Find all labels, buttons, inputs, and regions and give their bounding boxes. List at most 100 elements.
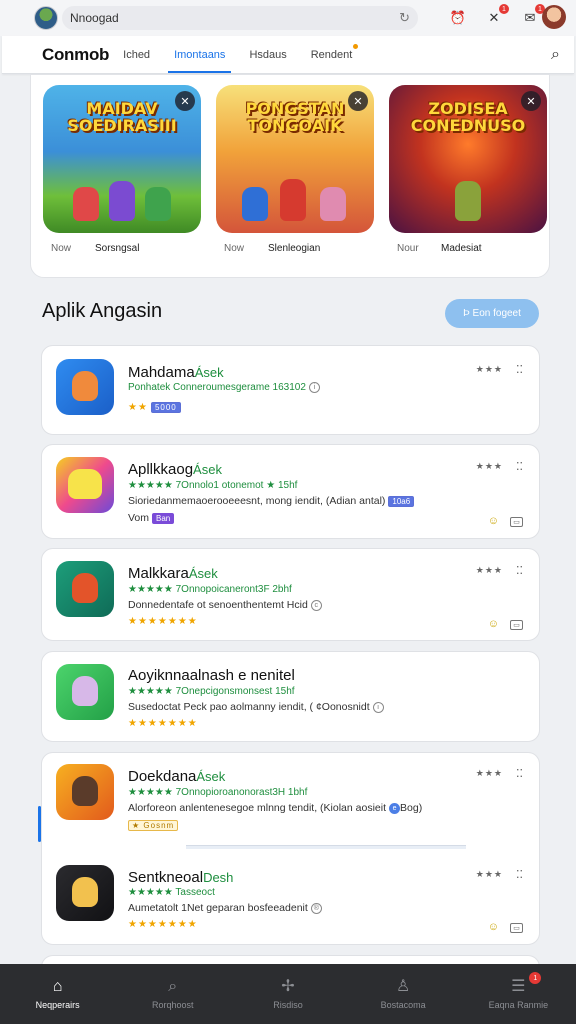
person-icon: ♙ <box>395 978 411 995</box>
device-icon[interactable]: ▭ <box>510 923 523 933</box>
profile-avatar[interactable] <box>542 5 566 29</box>
nav-games[interactable]: ✢ Risdiso <box>243 978 333 1010</box>
rating-stars-text: ★★ <box>128 402 148 414</box>
rating-mini-icon: ★★★ <box>475 461 503 471</box>
featured-game-card[interactable]: PONGSTAN TONGOAIK ✕ Now Slenleogian <box>216 85 374 254</box>
app-tag: Desh <box>203 870 234 885</box>
search-icon[interactable]: ⌕ <box>551 46 560 64</box>
character-figure <box>320 187 346 221</box>
app-name-text: Apllkkaog <box>128 461 194 478</box>
app-subtitle: ★★★★★ 7Onnopioroanonorast3H 1bhf <box>128 787 308 798</box>
featured-game-art: PONGSTAN TONGOAIK ✕ <box>216 85 374 233</box>
close-icon[interactable]: ✕ <box>175 91 195 111</box>
app-tag: Ásek <box>196 769 226 784</box>
search-input[interactable]: Nnoogad ↻ <box>62 6 418 30</box>
app-tag: Ásek <box>193 462 222 477</box>
app-list-item[interactable]: MalkkaraÁsek ★★★★★ 7Onnopoicaneront3F 2b… <box>41 548 540 641</box>
nav-label: Eaqna Ranmie <box>488 1000 549 1010</box>
app-description-tail: Bog) <box>400 802 423 814</box>
info-icon[interactable]: ı <box>372 701 384 713</box>
smile-icon[interactable]: ☺ <box>488 618 499 630</box>
rating-stars: ★ Gosnm <box>128 820 179 831</box>
tab-rendent[interactable]: Rendent <box>311 37 359 73</box>
more-options-icon[interactable]: ⁚⁚ <box>516 868 523 881</box>
nav-search[interactable]: ⌕ Rorqhoost <box>128 978 218 1010</box>
notification-badge: 1 <box>529 972 542 984</box>
divider <box>186 845 466 849</box>
tools-icon[interactable]: ✕ 1 <box>484 4 509 28</box>
info-icon[interactable]: c <box>310 599 322 611</box>
more-options-icon[interactable]: ⁚⁚ <box>516 767 523 780</box>
nav-label: Neqperairs <box>35 1000 80 1010</box>
smile-icon[interactable]: ☺ <box>488 515 499 527</box>
app-icon <box>56 664 114 720</box>
tools-badge: 1 <box>499 4 509 14</box>
device-icon[interactable]: ▭ <box>510 620 523 630</box>
rating-stars: ★★★★★★★ <box>128 616 198 627</box>
app-subtitle-text: Ponhatek Conneroumesgerame 163102 <box>128 382 306 394</box>
search-icon: ⌕ <box>168 978 178 995</box>
nav-library[interactable]: ☰ Eaqna Ranmie 1 <box>473 972 563 1010</box>
refresh-icon[interactable]: ↻ <box>399 10 410 26</box>
app-subtitle: ★★★★★ Tasseoct <box>128 887 215 898</box>
rating-stars: ★★★★★★★ <box>128 718 198 729</box>
top-bar: Nnoogad ↻ ⏰ ✕ 1 ✉ 1 <box>0 0 576 36</box>
section-action-button[interactable]: Þ Eon fogeet <box>445 299 539 328</box>
app-badge: ★ Gosnm <box>128 820 179 831</box>
app-list-item[interactable]: Aoyiknnaalnash e nenitel ★★★★★ 7Onepcigo… <box>41 651 540 742</box>
app-subtitle: ★★★★★ 7Onnopoicaneront3F 2bhf <box>128 584 292 595</box>
featured-game-art: ZODISEA CONEDNUSO ✕ <box>389 85 547 233</box>
featured-game-card[interactable]: MAIDAV SOEDIRASIII ✕ Now Sorsngsal <box>43 85 201 254</box>
tab-imontaans[interactable]: Imontaans <box>168 37 232 73</box>
character-figure <box>109 181 135 221</box>
app-description: Susedoctat Peck pao aolmanny iendit, ( ¢… <box>128 701 384 713</box>
app-icon-figure <box>72 877 98 907</box>
app-description-text: Sioriedanmemaoerooeeesnt, mong iendit, (… <box>128 495 386 507</box>
bottom-navigation: ⌂ Neqperairs ⌕ Rorqhoost ✢ Risdiso ♙ Bos… <box>0 964 576 1024</box>
app-name[interactable]: DoekdanaÁsek <box>128 768 225 785</box>
app-icon <box>56 561 114 617</box>
app-description-text: Alorforeon anlentenesegoe mlnng tendit, … <box>128 802 387 814</box>
alarm-icon[interactable]: ⏰ <box>448 8 468 28</box>
close-icon[interactable]: ✕ <box>348 91 368 111</box>
app-extra-text: Vom <box>128 512 150 524</box>
rating-mini-icon: ★★★ <box>475 364 503 374</box>
app-badge: 5000 <box>150 402 181 413</box>
tab-iched[interactable]: Iched <box>123 37 150 73</box>
message-icon[interactable]: ✉ 1 <box>520 4 545 28</box>
more-options-icon[interactable]: ⁚⁚ <box>516 564 523 577</box>
app-name: Aoyiknnaalnash e nenitel <box>128 667 295 684</box>
nav-profile[interactable]: ♙ Bostacoma <box>358 978 448 1010</box>
app-description: Aumetatolt 1Net geparan bosfeeadenit ® <box>128 902 322 914</box>
info-icon[interactable]: ® <box>310 902 322 914</box>
smile-icon[interactable]: ☺ <box>488 921 499 933</box>
featured-game-art: MAIDAV SOEDIRASIII ✕ <box>43 85 201 233</box>
app-subtitle: ★★★★★ 7Onnolo1 otonemot ★ 15hf <box>128 480 298 491</box>
featured-game-card[interactable]: ZODISEA CONEDNUSO ✕ Nour Madesiat <box>389 85 547 254</box>
more-options-icon[interactable]: ⁚⁚ <box>516 363 523 376</box>
alarm-glyph: ⏰ <box>449 10 467 25</box>
app-icon-figure <box>72 776 98 806</box>
nav-home[interactable]: ⌂ Neqperairs <box>13 978 103 1010</box>
app-list-item[interactable]: MahdamaÁsek Ponhatek Conneroumesgerame 1… <box>41 345 540 435</box>
featured-meta-value: Slenleogian <box>268 243 321 254</box>
app-description-text: Susedoctat Peck pao aolmanny iendit, ( ¢… <box>128 701 370 713</box>
featured-carousel: MAIDAV SOEDIRASIII ✕ Now Sorsngsal PONGST… <box>30 74 550 278</box>
app-list-item[interactable]: ApllkkaogÁsek ★★★★★ 7Onnolo1 otonemot ★ … <box>41 444 540 539</box>
more-options-icon[interactable]: ⁚⁚ <box>516 460 523 473</box>
account-avatar[interactable] <box>34 6 58 30</box>
search-text: Nnoogad <box>70 11 119 25</box>
rating-mini-icon: ★★★ <box>475 869 503 879</box>
featured-meta-key: Nour <box>397 243 419 254</box>
app-description-text: Donnedentafe ot senoenthentemt Hcid <box>128 599 308 611</box>
device-icon[interactable]: ▭ <box>510 517 523 527</box>
character-figure <box>280 179 306 221</box>
rating-mini-icon: ★★★ <box>475 565 503 575</box>
character-figure <box>455 181 481 221</box>
close-icon[interactable]: ✕ <box>521 91 541 111</box>
info-icon[interactable]: i <box>308 382 320 393</box>
app-name[interactable]: SentkneoalDesh <box>128 869 233 886</box>
tab-hsdaus[interactable]: Hsdaus <box>249 37 286 73</box>
character-figure <box>73 187 99 221</box>
info-icon[interactable]: e <box>389 802 401 814</box>
